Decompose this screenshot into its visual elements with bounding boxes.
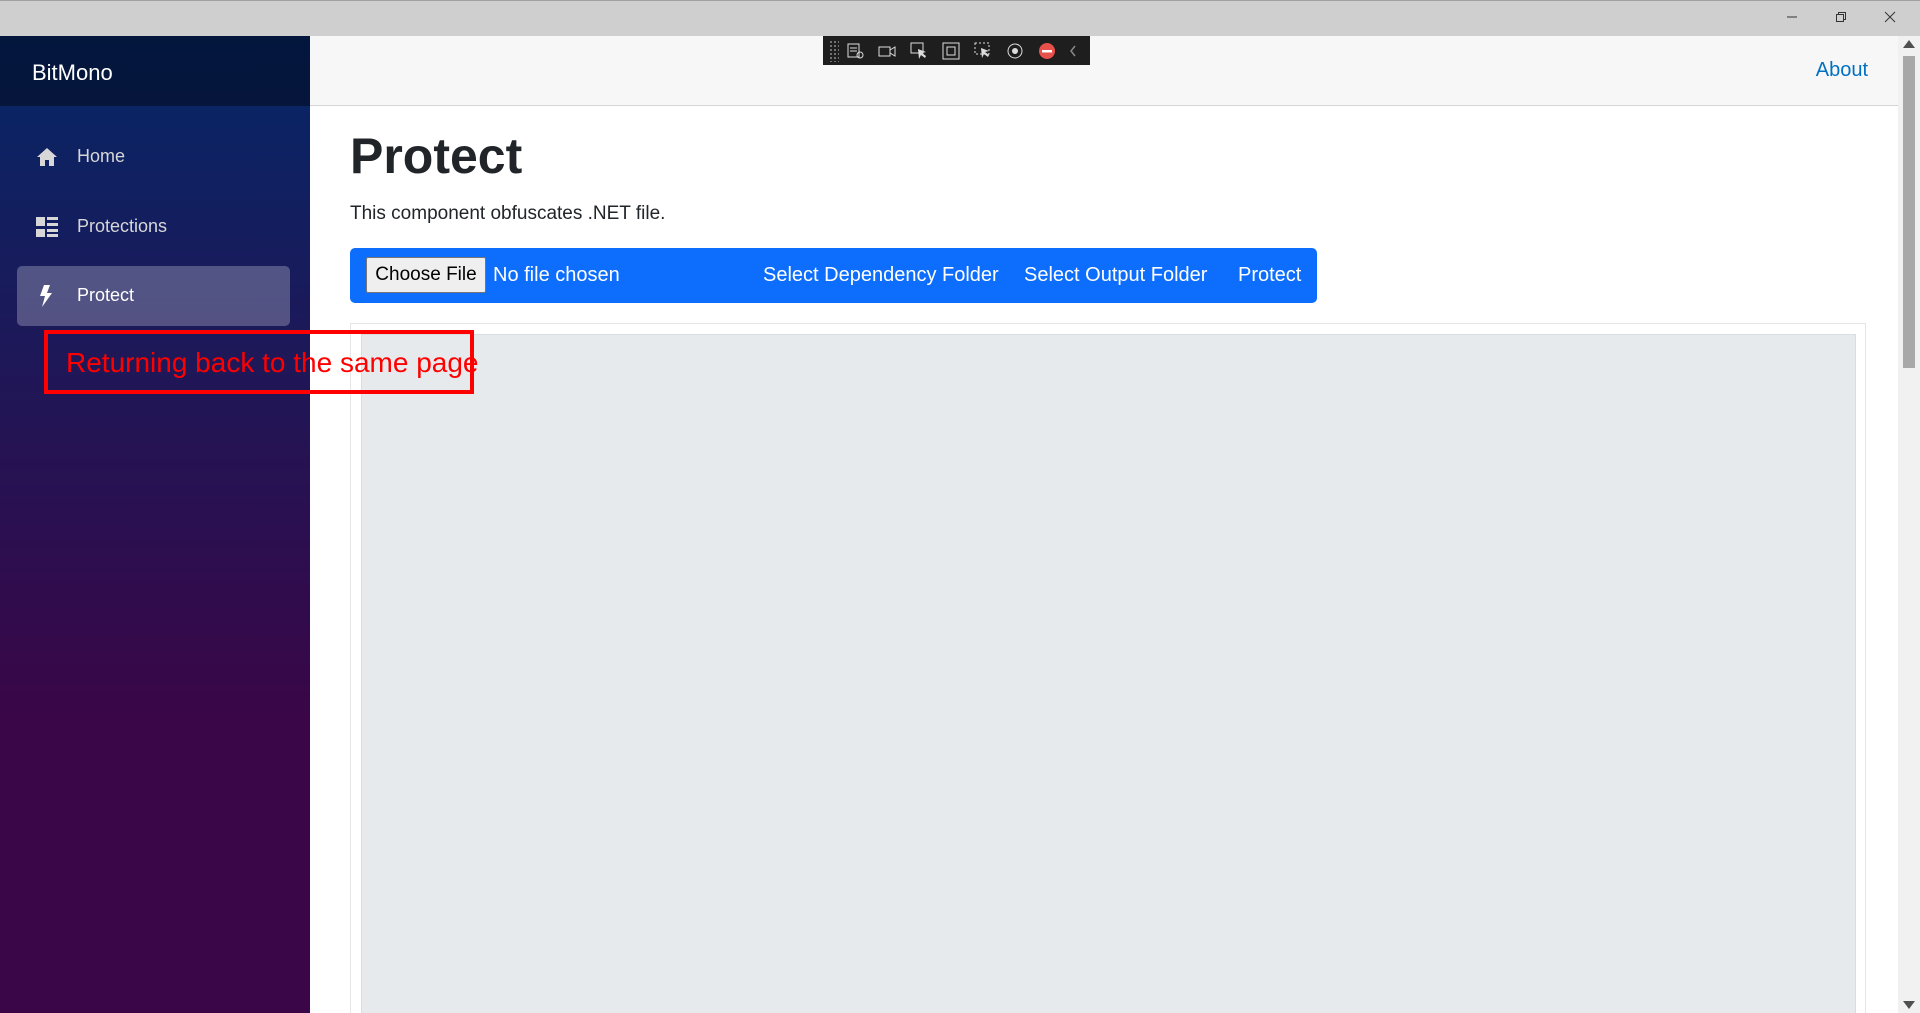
brand-name[interactable]: BitMono [32,60,113,86]
debug-toolbar [823,36,1090,65]
restore-icon[interactable] [1818,1,1864,33]
output-log-area[interactable] [361,334,1856,1013]
sidebar-item-protections[interactable]: Protections [17,197,290,257]
page-title: Protect [350,128,523,184]
sidebar-item-label: Protections [77,216,168,236]
choose-file-button[interactable]: Choose File [366,257,486,293]
brand-bar: BitMono [0,36,310,106]
sidebar-item-label: Home [77,146,126,166]
vertical-scrollbar[interactable] [1898,36,1920,1013]
about-link[interactable]: About [1816,59,1868,82]
top-row: About [310,36,1898,106]
sidebar: BitMono Home Protections Protect [0,36,310,1013]
toolbar-grip-icon[interactable] [829,39,839,62]
close-icon[interactable] [1867,1,1913,33]
protect-button[interactable]: Protect [1238,264,1301,287]
annotation-box: Returning back to the same page [44,330,478,394]
track-focus-icon[interactable] [967,38,999,64]
collapse-chevron-icon[interactable] [1063,38,1083,64]
scroll-up-icon[interactable] [1903,40,1915,48]
select-dependency-folder-button[interactable]: Select Dependency Folder [763,264,999,287]
sidebar-item-protect[interactable]: Protect [17,266,290,326]
sidebar-item-label: Protect [77,285,135,305]
list-icon [35,215,59,239]
page-description: This component obfuscates .NET file. [350,203,666,224]
annotation-text: Returning back to the same page [66,347,479,378]
minimize-icon[interactable] [1769,1,1815,33]
hot-reload-icon[interactable] [999,38,1031,64]
sidebar-item-home[interactable]: Home [17,127,290,187]
scroll-thumb[interactable] [1903,56,1915,368]
select-element-icon[interactable] [903,38,935,64]
home-icon [35,145,59,169]
select-output-folder-button[interactable]: Select Output Folder [1024,264,1207,287]
action-bar: Choose File No file chosen Select Depend… [350,248,1317,303]
live-tree-icon[interactable] [839,38,871,64]
stop-icon[interactable] [1031,38,1063,64]
scroll-down-icon[interactable] [1903,1001,1915,1009]
display-layout-icon[interactable] [935,38,967,64]
camera-icon[interactable] [871,38,903,64]
window-title-bar [0,0,1920,37]
bolt-icon [35,284,59,308]
file-status: No file chosen [493,264,620,286]
